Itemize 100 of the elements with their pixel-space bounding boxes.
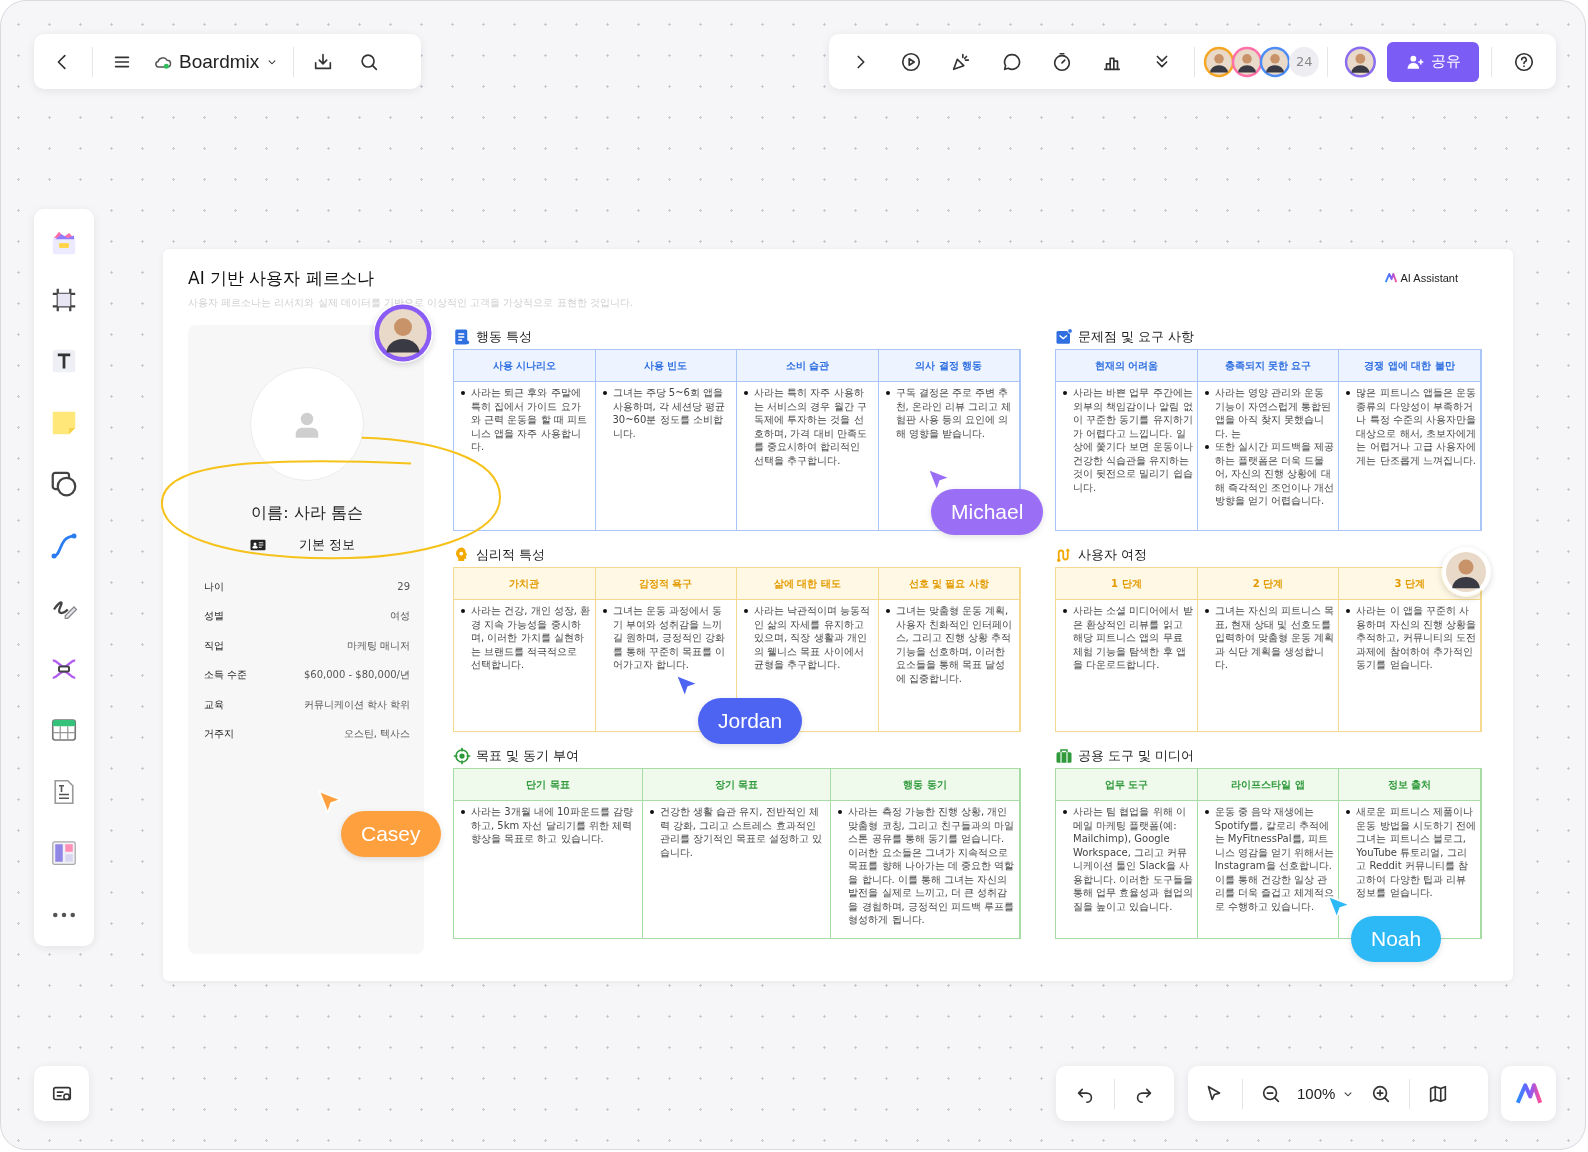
bullet-icon	[1204, 810, 1209, 814]
section-title: 문제점 및 요구 사항	[1078, 328, 1195, 346]
bullet-text: 그녀는 주당 5~6회 앱을 사용하며, 각 세션당 평균 30~60분 정도를 소비합니다.	[612, 386, 727, 440]
column-header: 업무 도구	[1056, 769, 1198, 801]
bullet-icon	[602, 391, 607, 395]
column-header: 2 단계	[1197, 568, 1340, 600]
column-header: 사용 빈도	[595, 350, 737, 382]
bullet-icon	[649, 810, 654, 814]
bullet-text: 사라는 특히 자주 사용하는 서비스의 경우 월간 구독제에 투자하는 것을 선호하며, 가격 대비 만족도를 중요시하여 합리적인 선택을 추구합니다.	[754, 386, 868, 467]
column-header: 행동 동기	[831, 769, 1020, 801]
bullet-icon	[461, 810, 465, 814]
bullet-icon	[1063, 810, 1067, 814]
bullet-text: 사라는 이 앱을 꾸준히 사용하며 자신의 진행 상황을 추적하고, 커뮤니티의 도전 과제에 참여하여 추가적인 동기를 얻습니다.	[1356, 604, 1476, 672]
help-icon[interactable]	[1512, 50, 1535, 73]
bullet-icon	[744, 609, 748, 613]
bullet-icon	[1346, 609, 1351, 613]
avatar	[1344, 44, 1377, 79]
field-value: 마케팅 매니저	[346, 638, 410, 653]
collaborator-name-tag: Casey	[341, 811, 441, 857]
section-title: 행동 특성	[476, 328, 533, 346]
column-header: 단기 목표	[454, 769, 643, 801]
bullet-icon	[461, 391, 465, 395]
column-header: 경쟁 앱에 대한 불만	[1339, 350, 1481, 382]
bullet-text: 그녀는 맞춤형 운동 계획, 사용자 친화적인 인터페이스, 그리고 진행 상황 추적 기능을 선호하며, 이러한 요소들을 통해 목표 달성에 집중합니다.	[895, 604, 1013, 685]
field-value: 29	[397, 581, 410, 593]
assistant-label: AI Assistant	[1400, 272, 1458, 284]
briefcase-icon	[1055, 747, 1073, 765]
bullet-icon	[744, 391, 748, 395]
bullet-icon	[1063, 609, 1067, 613]
document-icon	[453, 328, 471, 346]
bullet-icon	[1204, 445, 1209, 449]
bullet-text: 새로운 피트니스 제품이나 운동 방법을 시도하기 전에 그녀는 피트니스 블로그, YouTube 튜토리얼, 그리고 Reddit 커뮤니티를 참고하여 다양한 팁과 리뷰 정보를 얻습니다.	[1356, 805, 1476, 900]
ai-button[interactable]	[1501, 1066, 1556, 1121]
board-menu-button[interactable]: Boardmix	[145, 41, 288, 82]
bullet-text: 사라는 영양 관리와 운동 기능이 자연스럽게 통합된 앱을 아직 찾지 못했습니다. 는	[1214, 386, 1332, 440]
bullet-icon	[1204, 391, 1209, 395]
avatar	[1259, 45, 1292, 78]
section-title: 공용 도구 및 미디어	[1078, 747, 1195, 765]
zoom-level-dropdown[interactable]: 100%	[1293, 1073, 1360, 1114]
column-header: 의사 결정 행동	[878, 350, 1020, 382]
bullet-icon	[1346, 391, 1351, 395]
bullet-text: 그녀는 자신의 피트니스 목표, 현재 상태 및 선호도를 입력하여 맞춤형 운동 계획과 식단 계획을 생성합니다.	[1214, 604, 1335, 672]
profile-name: 이름: 사라 톰슨	[250, 503, 364, 524]
column-header: 감정적 욕구	[595, 568, 737, 600]
bullet-text: 또한 실시간 피드백을 제공하는 플랫폼은 더욱 드물어, 자신의 진행 상황에 대해 즉각적인 조언이나 개선 방향을 얻기 어렵습니다.	[1214, 440, 1335, 508]
field-value: 커뮤니케이션 학사 학위	[303, 697, 410, 712]
field-label: 교육	[204, 697, 224, 712]
column-header: 사용 시나리오	[454, 350, 596, 382]
field-label: 성별	[204, 609, 224, 624]
section-title: 심리적 특성	[476, 546, 546, 564]
bullet-text: 사라는 바쁜 업무 주간에는 외부의 책임감이나 알림 없이 꾸준한 동기를 유지하기가 어렵다고 느낍니다. 일상에 쫓기다 보면 운동이나 건강한 식습관을 유지하는 것이 뒷전으로 밀리기 쉽습니다.	[1073, 386, 1193, 494]
bullet-text: 사라는 3개월 내에 10파운드를 감량하고, 5km 자선 달리기를 위한 체력 향상을 목표로 하고 있습니다.	[471, 805, 634, 846]
collaborator-name-tag: Jordan	[698, 698, 803, 744]
column-header: 현재의 어려움	[1056, 350, 1198, 382]
bullet-icon	[885, 391, 890, 395]
bullet-icon	[885, 609, 890, 613]
bullet-icon	[602, 609, 607, 613]
field-label: 소득 수준	[204, 668, 248, 683]
avatar	[1203, 45, 1236, 78]
column-header: 선호 및 필요 사항	[878, 568, 1020, 600]
bullet-text: 많은 피트니스 앱들은 운동 종류의 다양성이 부족하거나 특정 수준의 사용자만을 대상으로 해서, 초보자에게는 어렵거나 고급 사용자에게는 단조롭게 느껴집니다.	[1356, 386, 1476, 467]
bullet-text: 사라는 측정 가능한 진행 상황, 개인 맞춤형 코칭, 그리고 친구들과의 마일스톤 공유를 통해 동기를 얻습니다. 이러한 요소들은 그녀가 지속적으로 목표를 향해 나아가는 데 중요한 역할을 합니다. 이를 통해 그녀는 자신의 발전을 실제로 느끼고, 더 큰 성취감을 경험하며, 긍정적인 피드백 루프를 형성하게 됩니다.	[848, 805, 1015, 927]
section-title: 목표 및 동기 부여	[476, 747, 580, 765]
field-label: 직업	[204, 638, 224, 653]
column-header: 장기 목표	[642, 769, 832, 801]
column-header: 충족되지 못한 요구	[1197, 350, 1340, 382]
bullet-icon	[461, 609, 465, 613]
bullet-text: 사라는 팀 협업을 위해 이메일 마케팅 플랫폼(예: Mailchimp), Google Workspace, 그리고 커뮤니케이션 툴인 Slack을 사용합니다. 이러한 도구들을 통해 업무 효율성과 협업의 질을 높이고 있습니다.	[1073, 805, 1193, 913]
field-value: $60,000 - $80,000/년	[303, 668, 410, 683]
bullet-icon	[838, 810, 843, 814]
column-header: 1 단계	[1056, 568, 1198, 600]
column-header: 소비 습관	[737, 350, 879, 382]
section-title: 사용자 여정	[1078, 546, 1148, 564]
target-icon	[453, 747, 471, 765]
column-header: 삶에 대한 태도	[737, 568, 879, 600]
logo-icon	[1383, 271, 1398, 285]
column-header: 라이프스타일 앱	[1197, 769, 1340, 801]
bullet-text: 구독 결정은 주로 주변 추천, 온라인 리뷰 그리고 체험판 사용 등의 요인에 의해 영향을 받습니다.	[895, 386, 1013, 440]
field-value: 오스틴, 텍사스	[343, 727, 410, 742]
share-button[interactable]: 공유	[1386, 41, 1479, 82]
bullet-text: 사라는 소셜 미디어에서 받은 환상적인 리뷰를 읽고 해당 피트니스 앱의 무료 체험 기능을 탐색한 후 앱을 다운로드합니다.	[1073, 604, 1193, 672]
bullet-icon	[1063, 391, 1067, 395]
board-title: AI 기반 사용자 페르소나	[188, 267, 375, 290]
field-value: 여성	[390, 609, 410, 624]
avatar	[1441, 547, 1491, 597]
collaborator-name-tag: Noah	[1351, 916, 1442, 962]
section-label: 기본 정보	[298, 536, 356, 554]
collaborator-name-tag: Michael	[931, 489, 1044, 535]
column-header: 가치관	[454, 568, 596, 600]
presentation-button[interactable]	[34, 1066, 89, 1121]
bullet-text: 사라는 낙관적이며 능동적인 삶의 자세를 유지하고 있으며, 직장 생활과 개인의 웰니스 목표 사이에서 균형을 추구합니다.	[754, 604, 872, 672]
field-label: 나이	[204, 579, 224, 594]
bullet-text: 건강한 생활 습관 유지, 전반적인 체력 강화, 그리고 스트레스 효과적인 관리를 장기적인 목표로 설정하고 있습니다.	[659, 805, 824, 859]
avatar	[1231, 45, 1264, 78]
play-icon[interactable]	[900, 50, 923, 73]
bullet-text: 사라는 퇴근 후와 주말에 특히 집에서 가이드 요가와 근력 운동을 할 때 피트니스 앱을 자주 사용합니다.	[471, 386, 588, 454]
bullet-text: 사라는 건강, 개인 성장, 환경 지속 가능성을 중시하며, 이러한 가치를 실현하는 브랜드를 적극적으로 선택합니다.	[471, 604, 591, 672]
bullet-text: 그녀는 운동 과정에서 동기 부여와 성취감을 느끼길 원하며, 긍정적인 강화를 통해 꾸준히 목표를 이어가고자 합니다.	[612, 604, 727, 672]
field-label: 거주지	[204, 727, 234, 742]
bullet-icon	[1346, 810, 1351, 814]
